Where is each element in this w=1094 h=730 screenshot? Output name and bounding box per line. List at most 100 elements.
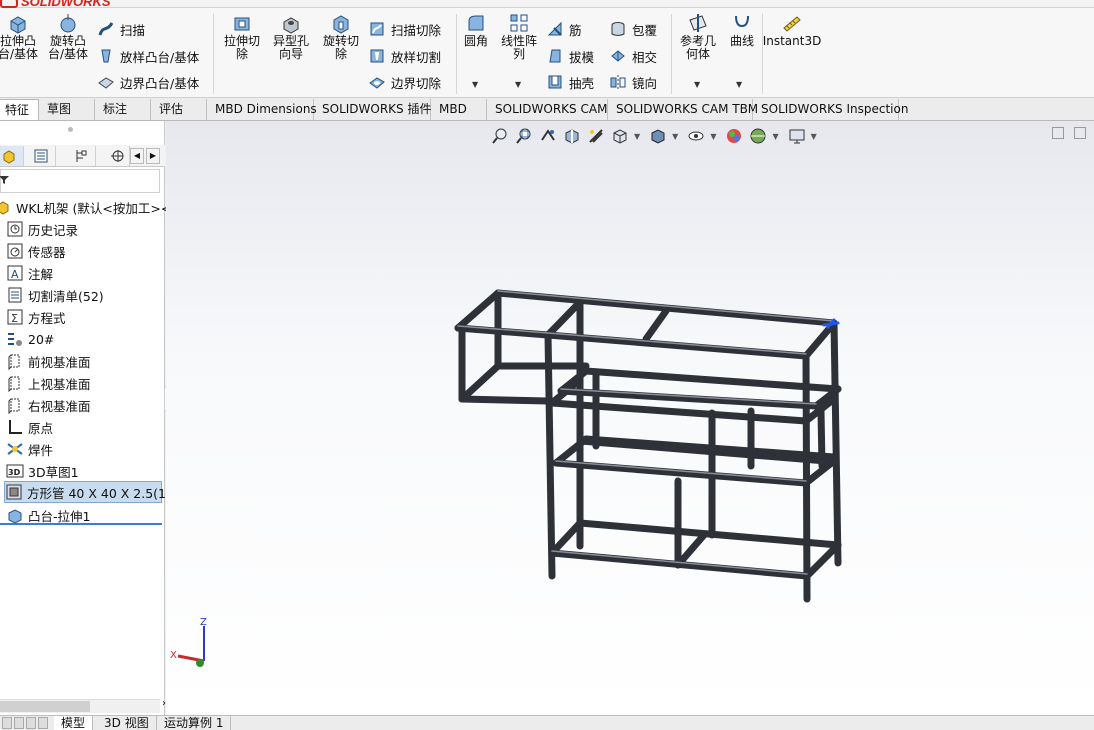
tab-markup[interactable]: 标注 [95,99,151,120]
configuration-manager-tab[interactable] [66,146,96,166]
solidworks-window: SOLIDWORKS 拉伸凸 台/基体 旋转凸 台/基体 扫描 放样凸台/基体 … [0,0,1094,730]
z-axis-label: Z [200,617,207,628]
tree-item-cut-list[interactable]: 切割清单(52) [6,284,104,306]
intersect-button[interactable]: 相交 [609,46,657,66]
tree-item-front-plane[interactable]: 前视基准面 [6,350,91,372]
linear-pattern-icon [510,14,528,32]
fillet-button[interactable]: 圆角 [460,12,492,48]
sweep-cut-button[interactable]: 扫描切除 [368,19,441,39]
loft-cut-icon [370,49,384,63]
sweep-button[interactable]: 扫描 [97,19,145,39]
tree-item-structural-member[interactable]: 方形管 40 X 40 X 2.5(1) [4,481,171,503]
tab-solidworks-cam-tbm[interactable]: SOLIDWORKS CAM TBM [608,99,758,120]
tree-item-top-plane[interactable]: 上视基准面 [6,372,91,394]
first-tab-icon[interactable] [2,717,12,729]
tab-features[interactable]: 特征 [0,99,39,120]
divider [213,14,214,94]
property-manager-tab[interactable] [26,146,56,166]
material-icon [8,333,22,346]
tree-item-sensors[interactable]: 传感器 [6,240,66,262]
boundary-cut-button[interactable]: 边界切除 [368,72,441,92]
extrude-boss-button[interactable]: 拉伸凸 台/基体 [0,12,40,61]
tab-evaluate[interactable]: 评估 [151,99,207,120]
horizontal-scrollbar[interactable]: › [0,698,166,713]
scrollbar-thumb[interactable] [0,701,90,712]
intersect-icon [611,50,625,62]
x-axis-label: X [170,650,177,661]
instant3d-icon [783,16,801,32]
part-icon [0,201,9,215]
tab-sketch[interactable]: 草图 [39,99,95,120]
rib-button[interactable]: 筋 [546,19,582,39]
curves-dropdown-icon[interactable]: ▼ [736,80,742,89]
draft-button[interactable]: 拔模 [546,46,594,66]
command-manager: 拉伸凸 台/基体 旋转凸 台/基体 扫描 放样凸台/基体 边界凸台/基体 拉伸切… [0,8,1094,98]
hole-wizard-icon [283,17,299,34]
tree-root-part[interactable]: WKL机架 (默认<按加工><< [0,196,182,218]
tab-scroll-left-icon[interactable]: ◀ [130,148,144,164]
tree-item-equations[interactable]: Σ 方程式 [6,306,66,328]
last-tab-icon[interactable] [38,717,48,729]
fillet-dropdown-icon[interactable]: ▼ [472,80,478,89]
next-tab-icon[interactable] [26,717,36,729]
left-top-side-rail [454,289,502,332]
mirror-icon [610,75,626,89]
tab-solidworks-addins[interactable]: SOLIDWORKS 插件 [314,99,431,120]
tree-item-annotations[interactable]: A 注解 [6,262,53,284]
revolve-cut-button[interactable]: 旋转切 除 [318,12,364,61]
hole-wizard-button[interactable]: 异型孔 向导 [268,12,314,61]
reference-geometry-icon [689,14,707,32]
tree-filter-input[interactable] [0,169,160,193]
tab-motion-study[interactable]: 运动算例 1 [157,716,232,730]
front-top-rail [544,331,810,360]
plane-icon [8,376,20,392]
feature-tree-icon [3,150,14,164]
shell-button[interactable]: 抽壳 [546,72,594,92]
tab-mbd[interactable]: MBD [431,99,487,120]
tab-mbd-dimensions[interactable]: MBD Dimensions [207,99,317,120]
reference-geometry-button[interactable]: 参考几 何体 [676,12,720,61]
pattern-dropdown-icon[interactable]: ▼ [515,80,521,89]
curves-button[interactable]: 曲线 [724,12,760,48]
rollback-bar[interactable] [0,523,162,525]
panel-grip[interactable] [68,127,73,132]
sweep-cut-icon [370,22,384,36]
graphics-area[interactable]: ▼ ▼ ▼ ▼ ▼ Z X [166,121,1094,715]
shelf1-back [582,367,842,393]
extrude-cut-button[interactable]: 拉伸切 除 [220,12,264,61]
tree-item-3d-sketch[interactable]: 3D 3D草图1 [6,460,79,482]
tab-solidworks-cam[interactable]: SOLIDWORKS CAM [487,99,608,120]
curves-icon [735,15,749,28]
revolve-boss-button[interactable]: 旋转凸 台/基体 [45,12,91,61]
instant3d-button[interactable]: Instant3D [763,12,821,48]
tab-solidworks-inspection[interactable]: SOLIDWORKS Inspection [753,99,908,120]
tree-item-right-plane[interactable]: 右视基准面 [6,394,91,416]
divider [671,14,672,94]
mirror-button[interactable]: 镜向 [609,72,657,92]
loft-cut-button[interactable]: 放样切割 [368,46,441,66]
weldment-icon [7,443,23,455]
dimxpert-tab[interactable] [104,146,130,166]
tree-item-material[interactable]: 20# [6,328,54,350]
wrap-button[interactable]: 包覆 [609,19,657,39]
sketch3d-icon: 3D [6,464,24,478]
plane-icon [8,398,20,414]
tab-3d-views[interactable]: 3D 视图 [97,716,157,730]
tab-model[interactable]: 模型 [54,716,94,730]
tree-item-history[interactable]: 历史记录 [6,218,78,240]
solidworks-logo: SOLIDWORKS [0,0,111,9]
feature-manager-tab[interactable] [0,146,24,166]
wrap-icon [611,22,625,36]
linear-pattern-button[interactable]: 线性阵 列 [497,12,541,61]
tree-item-origin[interactable]: 原点 [6,416,53,438]
prev-tab-icon[interactable] [14,717,24,729]
loft-boss-button[interactable]: 放样凸台/基体 [97,46,199,66]
boundary-boss-button[interactable]: 边界凸台/基体 [97,72,199,92]
tree-item-weldments[interactable]: 焊件 [6,438,53,460]
frame-model[interactable] [166,121,1094,715]
plane-icon [8,354,20,370]
back-right-post [830,319,842,567]
tab-scroll-right-icon[interactable]: ▶ [146,148,160,164]
ref-geometry-dropdown-icon[interactable]: ▼ [694,80,700,89]
left-box-divider [544,297,585,339]
